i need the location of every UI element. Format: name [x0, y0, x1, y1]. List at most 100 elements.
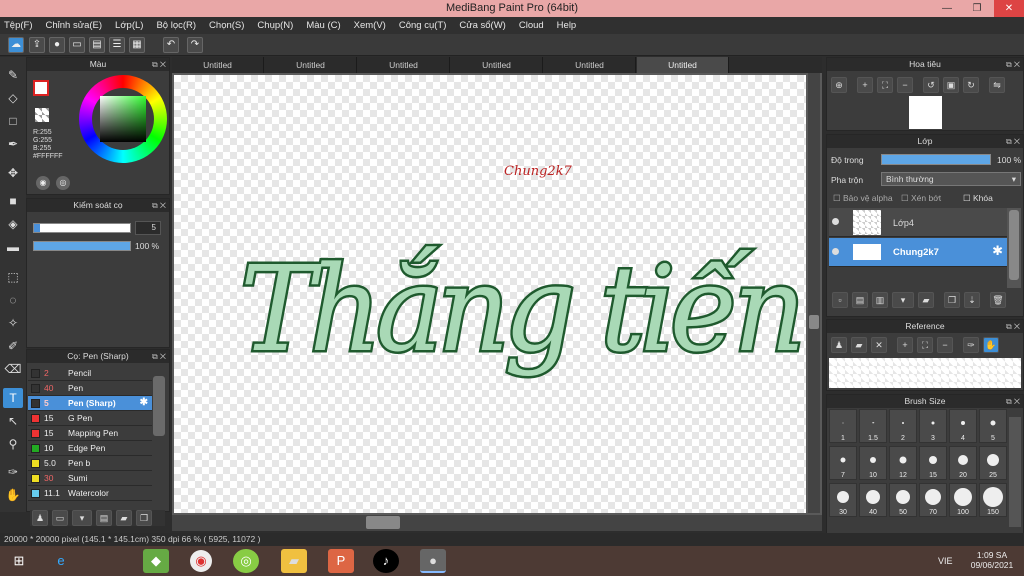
medibang-icon[interactable]: ●	[420, 549, 446, 573]
transparent-swatch[interactable]	[35, 108, 49, 122]
speech-icon[interactable]: ▭	[69, 37, 85, 53]
brush-list-scrollbar[interactable]	[153, 376, 165, 436]
brush-size-cell[interactable]: 20	[949, 446, 977, 480]
menu-help[interactable]: Help	[557, 20, 577, 31]
trash-icon[interactable]: 🗑	[990, 292, 1006, 308]
brush-size-cell[interactable]: 25	[979, 446, 1007, 480]
menu-edit[interactable]: Chỉnh sửa(E)	[46, 20, 103, 31]
color-history-icon[interactable]: ◎	[56, 176, 70, 190]
tab-untitled[interactable]: Untitled	[172, 57, 264, 73]
dropper-tool-icon[interactable]: ⚲	[3, 434, 23, 454]
gear-icon[interactable]: ✱	[992, 243, 1003, 259]
list-icon[interactable]: ☰	[109, 37, 125, 53]
bluestacks-icon[interactable]: ◆	[143, 549, 169, 573]
minimize-button[interactable]: —	[932, 0, 962, 17]
palette-icon[interactable]: ◉	[36, 176, 50, 190]
fit-window-icon[interactable]: ▣	[943, 77, 959, 93]
menu-layer[interactable]: Lớp(L)	[115, 20, 143, 31]
new-layer-8bit-icon[interactable]: ▤	[852, 292, 868, 308]
rotate-right-icon[interactable]: ↻	[963, 77, 979, 93]
redo-icon[interactable]: ↷	[187, 37, 203, 53]
protect-alpha-checkbox[interactable]: ☐ Bảo vệ alpha	[833, 193, 893, 204]
panel-menu-icon[interactable]: ⧉ ✕	[1006, 320, 1020, 333]
drawing-canvas[interactable]: Chung2k7 Thắng tiến	[174, 75, 806, 513]
saturation-square[interactable]	[100, 96, 146, 142]
page-icon[interactable]: ▤	[89, 37, 105, 53]
brush-size-cell[interactable]: 100	[949, 483, 977, 517]
brush-item[interactable]: 10 Edge Pen	[28, 441, 152, 456]
select-pen-icon[interactable]: ✐	[3, 336, 23, 356]
brush-size-cell[interactable]: 5	[979, 409, 1007, 443]
hue-wheel[interactable]	[79, 75, 167, 163]
operation-tool-icon[interactable]: ↖	[3, 411, 23, 431]
brush-size-cell[interactable]: 12	[889, 446, 917, 480]
new-layer-1bit-icon[interactable]: ▥	[872, 292, 888, 308]
lock-checkbox[interactable]: ☐ Khóa	[963, 193, 993, 204]
duplicate-layer-icon[interactable]: ❐	[944, 292, 960, 308]
foreground-color-swatch[interactable]	[33, 80, 49, 96]
brush-item[interactable]: 15 Mapping Pen	[28, 426, 152, 441]
eraser-tool-icon[interactable]: ◇	[3, 88, 23, 108]
menu-capture[interactable]: Chụp(N)	[257, 20, 293, 31]
reference-add-icon[interactable]: ♟	[831, 337, 847, 353]
tab-untitled-active[interactable]: Untitled	[637, 57, 729, 73]
size-slider[interactable]	[33, 223, 131, 233]
panel-menu-icon[interactable]: ⧉ ✕	[1006, 135, 1020, 148]
magic-wand-icon[interactable]: ✧	[3, 313, 23, 333]
brush-size-cell[interactable]: 30	[829, 483, 857, 517]
panel-menu-icon[interactable]: ⧉ ✕	[1006, 58, 1020, 71]
zoom-icon[interactable]: ⊕	[831, 77, 847, 93]
ie-icon[interactable]: e	[48, 549, 74, 573]
eye-icon[interactable]	[832, 218, 839, 225]
tab-untitled[interactable]: Untitled	[544, 57, 636, 73]
text-tool-icon[interactable]: T	[3, 388, 23, 408]
clock[interactable]: 1:09 SA 09/06/2021	[968, 550, 1016, 570]
brush-size-cell[interactable]: 50	[889, 483, 917, 517]
brush-item[interactable]: 30 Sumi	[28, 471, 152, 486]
open-folder-icon[interactable]: ▰	[851, 337, 867, 353]
panel-menu-icon[interactable]: ⧉ ✕	[152, 199, 166, 212]
select-tool-icon[interactable]: ⬚	[3, 267, 23, 287]
menu-select[interactable]: Chọn(S)	[209, 20, 244, 31]
new-layer-icon[interactable]: ▫	[832, 292, 848, 308]
panel-menu-icon[interactable]: ⧉ ✕	[1006, 395, 1020, 408]
close-reference-icon[interactable]: ✕	[871, 337, 887, 353]
share-icon[interactable]: ⇪	[29, 37, 45, 53]
layer-scrollbar[interactable]	[1007, 208, 1021, 288]
panel-menu-icon[interactable]: ⧉ ✕	[152, 58, 166, 71]
menu-cloud[interactable]: Cloud	[519, 20, 544, 31]
duplicate-icon[interactable]: ❐	[136, 510, 152, 526]
flip-icon[interactable]: ⇋	[989, 77, 1005, 93]
brush-size-cell[interactable]: 10	[859, 446, 887, 480]
fit-icon[interactable]: ⛶	[877, 77, 893, 93]
gradient-tool-icon[interactable]: ▬	[3, 237, 23, 257]
navigator-preview[interactable]	[909, 96, 942, 129]
zoom-in-icon[interactable]: +	[857, 77, 873, 93]
brush-menu-icon[interactable]: ▾	[72, 510, 92, 526]
reference-canvas[interactable]	[829, 358, 1021, 388]
hand-tool-icon[interactable]: ✋	[3, 485, 23, 505]
tab-untitled[interactable]: Untitled	[358, 57, 450, 73]
fill-rect-tool-icon[interactable]: ■	[3, 191, 23, 211]
vertical-scrollbar[interactable]	[808, 73, 820, 513]
brush-size-cell[interactable]: 150	[979, 483, 1007, 517]
add-brush-icon[interactable]: ♟	[32, 510, 48, 526]
windows-start-icon[interactable]: ⊞	[6, 549, 32, 573]
horizontal-scrollbar[interactable]	[172, 515, 822, 531]
file-explorer-icon[interactable]: ▰	[281, 549, 307, 573]
menu-view[interactable]: Xem(V)	[354, 20, 386, 31]
close-button[interactable]: ✕	[994, 0, 1024, 17]
cloud-icon[interactable]: ☁	[8, 37, 24, 53]
eyedropper-tool-icon[interactable]: ✑	[3, 462, 23, 482]
undo-icon[interactable]: ↶	[163, 37, 179, 53]
lasso-tool-icon[interactable]: ◌	[3, 290, 23, 310]
folder-icon[interactable]: ▰	[116, 510, 132, 526]
eyedropper-icon[interactable]: ✑	[963, 337, 979, 353]
language-indicator[interactable]: VIE	[938, 556, 953, 566]
zoom-out-icon[interactable]: −	[897, 77, 913, 93]
bucket-tool-icon[interactable]: ◈	[3, 214, 23, 234]
menu-file[interactable]: Tệp(F)	[4, 20, 33, 31]
zoom-out-icon[interactable]: −	[937, 337, 953, 353]
pen-tool-icon[interactable]: ✒	[3, 134, 23, 154]
grid-icon[interactable]: ▦	[129, 37, 145, 53]
